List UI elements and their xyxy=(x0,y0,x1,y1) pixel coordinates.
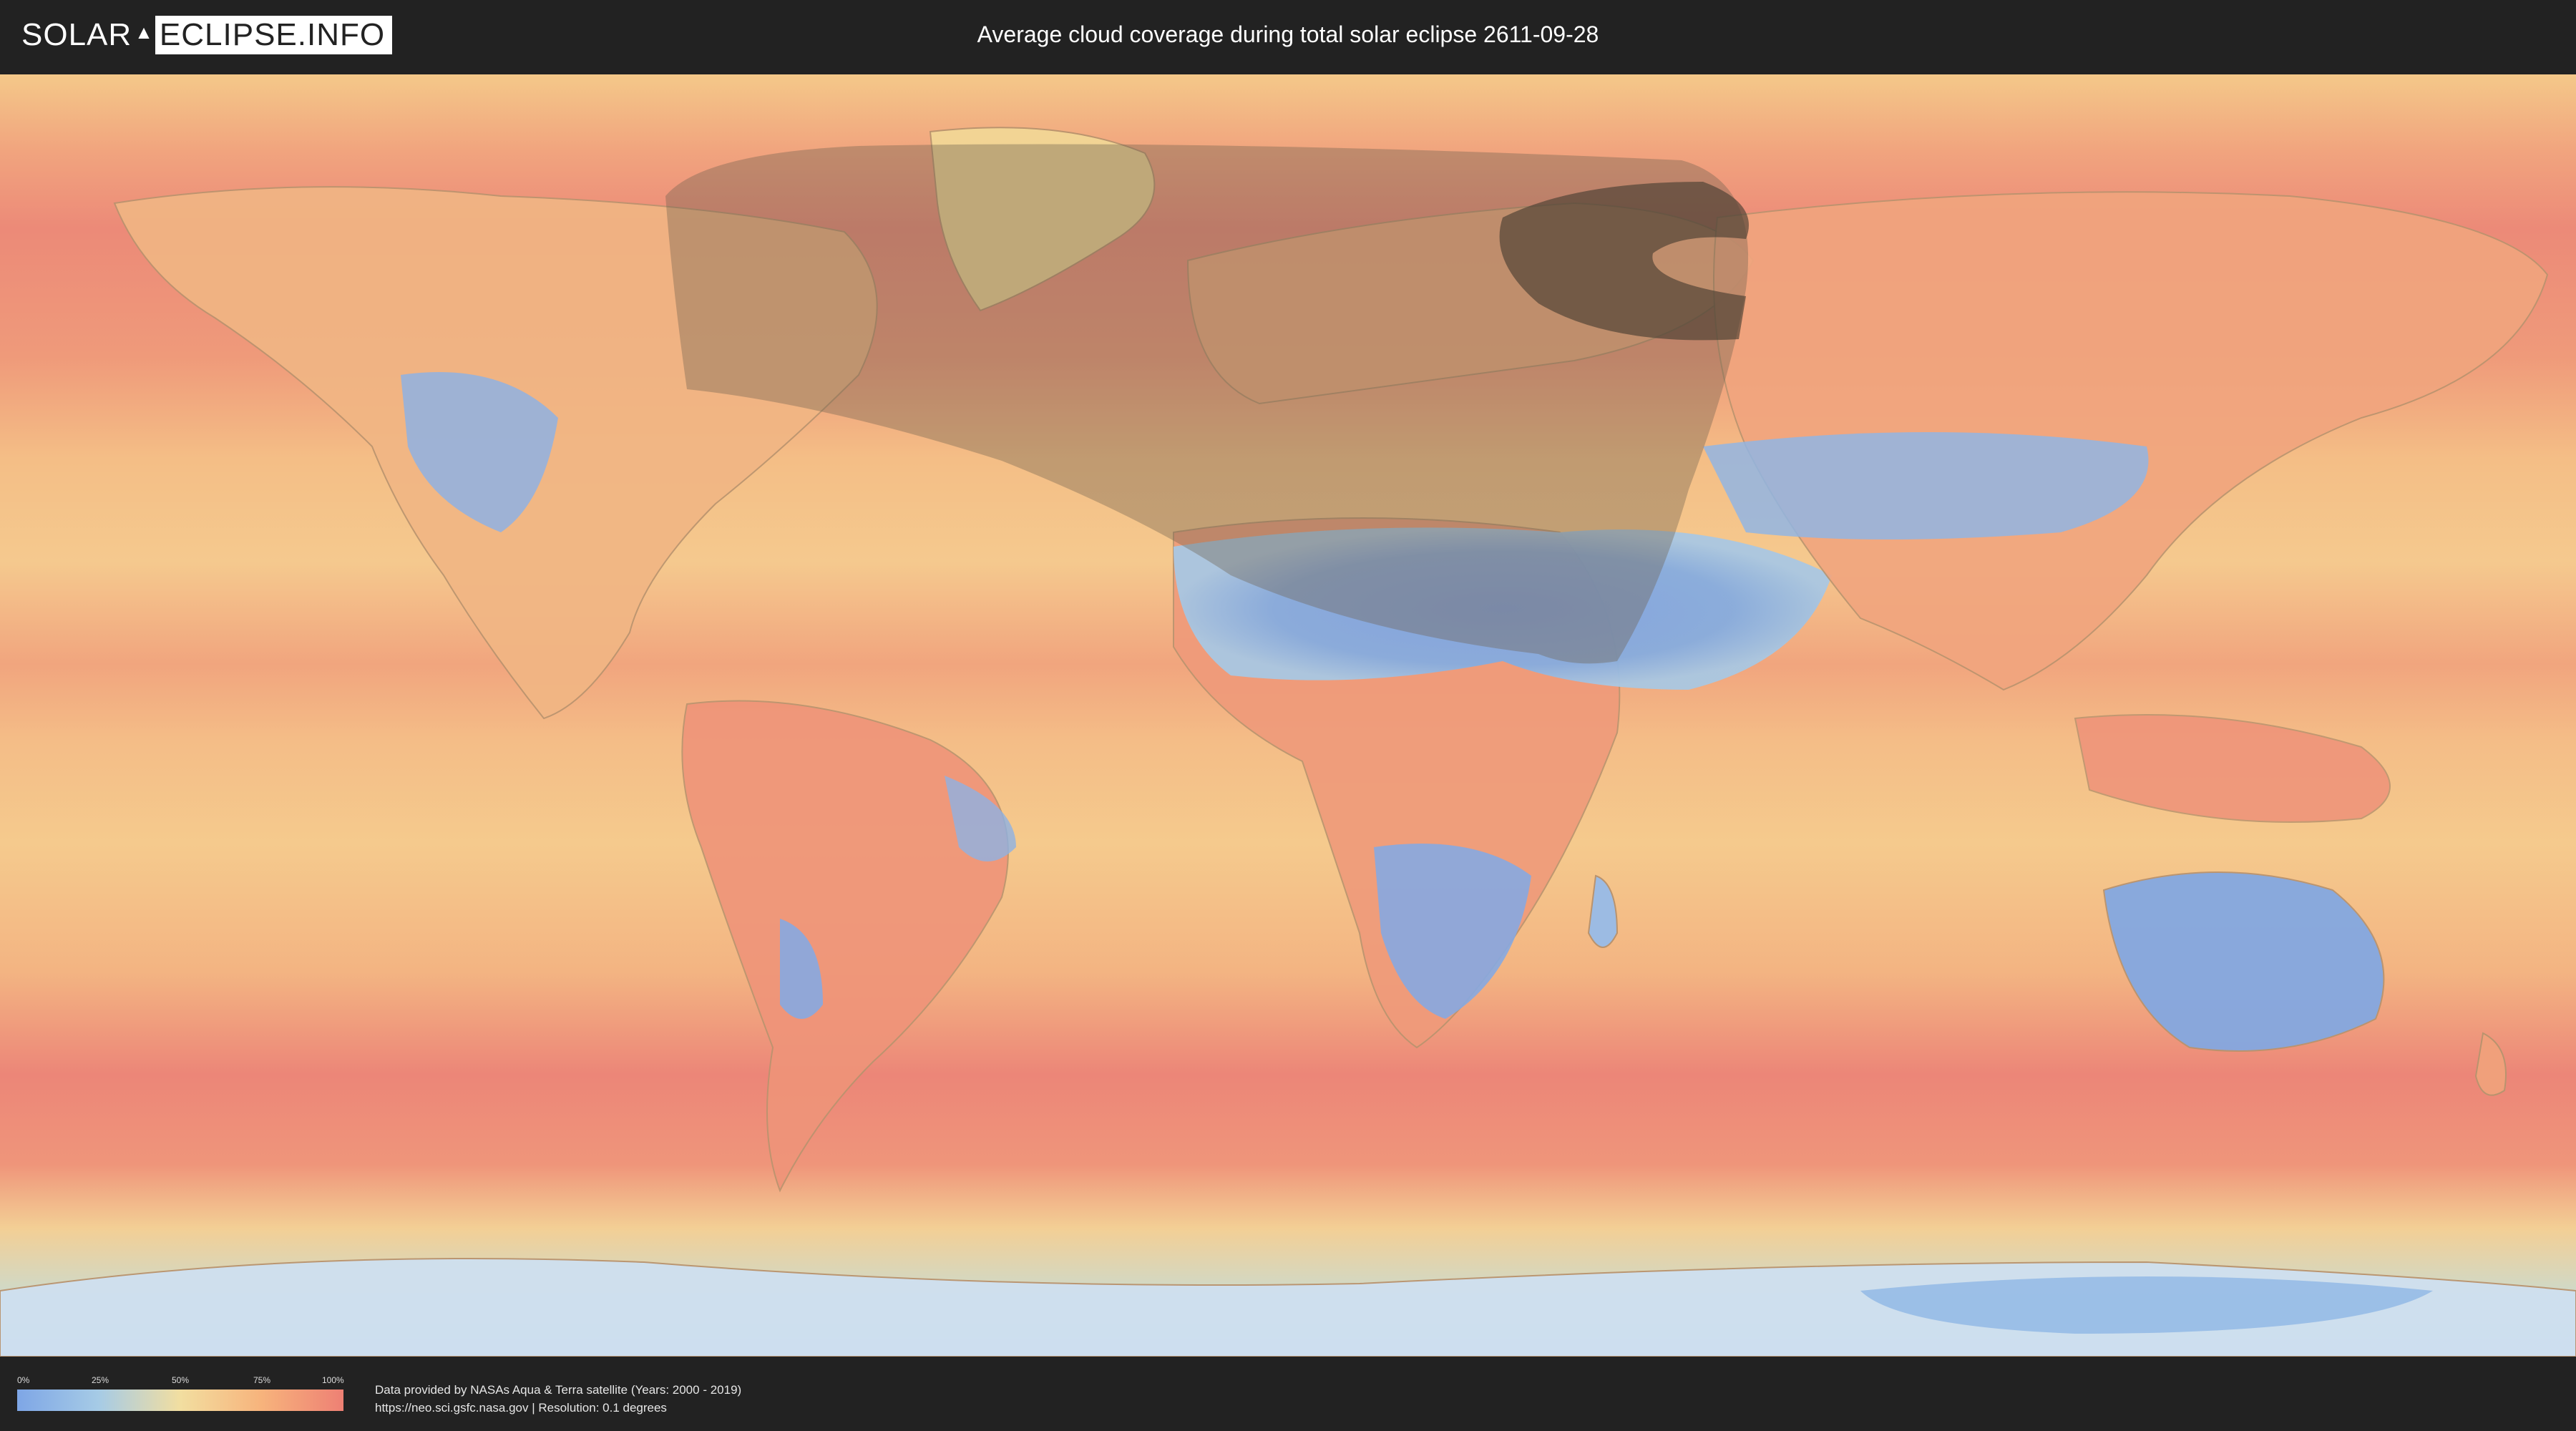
page-title: Average cloud coverage during total sola… xyxy=(977,21,1599,47)
header-bar: SOLAR ▲ ECLIPSE.INFO Average cloud cover… xyxy=(0,0,2576,72)
legend-tick-50: 50% xyxy=(172,1375,190,1385)
map-svg xyxy=(0,74,2576,1357)
central-asia-clear-area xyxy=(1703,432,2149,539)
legend-tick-25: 25% xyxy=(92,1375,109,1385)
legend-gradient-bar xyxy=(17,1390,343,1411)
data-credits: Data provided by NASAs Aqua & Terra sate… xyxy=(375,1381,741,1417)
cloud-coverage-legend: 0% 25% 50% 75% 100% xyxy=(17,1375,344,1415)
page: SOLAR ▲ ECLIPSE.INFO Average cloud cover… xyxy=(0,0,2576,1431)
credits-line-source: Data provided by NASAs Aqua & Terra sate… xyxy=(375,1383,742,1397)
legend-tick-100: 100% xyxy=(322,1375,344,1385)
cloud-coverage-map[interactable] xyxy=(0,74,2576,1357)
footer-bar: 0% 25% 50% 75% 100% Data provided by NAS… xyxy=(0,1359,2576,1431)
credits-line-url[interactable]: https://neo.sci.gsfc.nasa.gov | Resoluti… xyxy=(375,1399,741,1417)
legend-tick-0: 0% xyxy=(17,1375,30,1385)
legend-tick-75: 75% xyxy=(253,1375,271,1385)
